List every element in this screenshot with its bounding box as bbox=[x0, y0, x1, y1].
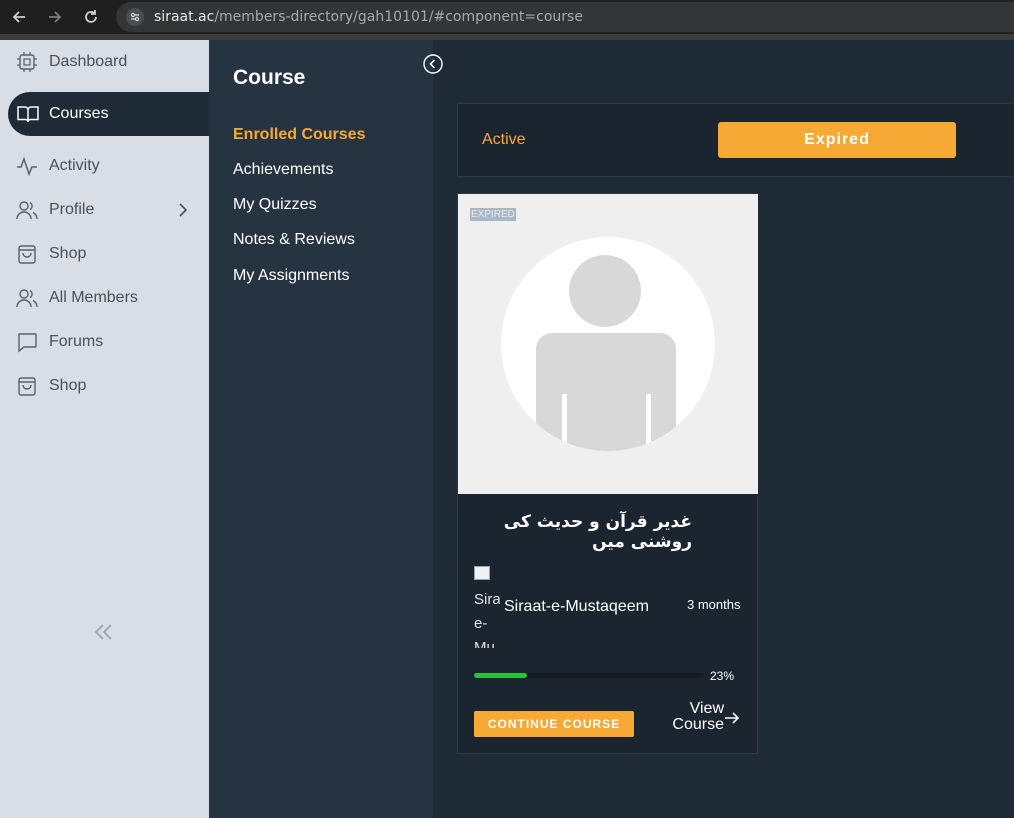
chip-icon bbox=[15, 51, 39, 73]
continue-course-button[interactable]: CONTINUE COURSE bbox=[474, 711, 634, 737]
sidebar-item-label: Activity bbox=[49, 157, 100, 174]
instructor-avatar: Siraat-e-Mu bbox=[474, 564, 500, 648]
shopping-bag-icon bbox=[15, 243, 39, 265]
course-thumbnail[interactable]: EXPIRED bbox=[458, 194, 758, 494]
progress-fill bbox=[474, 673, 527, 678]
sidebar-item-activity[interactable]: Activity bbox=[0, 144, 209, 188]
users-icon bbox=[15, 287, 39, 309]
sidebar-item-courses[interactable]: Courses bbox=[8, 92, 209, 136]
course-filter-bar: Active Expired bbox=[457, 103, 1014, 177]
sidebar-item-all-members[interactable]: All Members bbox=[0, 276, 209, 320]
url-text[interactable]: siraat.ac/members-directory/gah10101/#co… bbox=[154, 9, 583, 25]
avatar-placeholder-icon bbox=[501, 237, 715, 451]
progress-percent: 23% bbox=[710, 669, 735, 683]
chat-bubble-icon bbox=[15, 331, 39, 353]
status-badge: EXPIRED bbox=[470, 208, 516, 221]
tab-my-quizzes[interactable]: My Quizzes bbox=[233, 196, 317, 214]
main-sidebar: Dashboard Courses Activity Profile Shop … bbox=[0, 40, 209, 818]
forward-arrow-icon[interactable] bbox=[44, 6, 66, 28]
url-host: siraat.ac bbox=[154, 9, 215, 25]
course-panel: Course Enrolled Courses Achievements My … bbox=[209, 40, 433, 818]
sidebar-item-dashboard[interactable]: Dashboard bbox=[0, 40, 209, 84]
tab-notes-reviews[interactable]: Notes & Reviews bbox=[233, 231, 355, 249]
sidebar-item-label: Profile bbox=[49, 201, 95, 218]
collapse-sidebar-icon[interactable] bbox=[90, 618, 118, 646]
sidebar-item-label: All Members bbox=[49, 289, 138, 306]
sidebar-item-profile[interactable]: Profile bbox=[0, 188, 209, 232]
tab-achievements[interactable]: Achievements bbox=[233, 161, 334, 179]
chevron-right-icon[interactable] bbox=[176, 200, 190, 220]
users-icon bbox=[15, 199, 39, 221]
sidebar-item-label: Shop bbox=[49, 377, 87, 394]
page-title: Course bbox=[233, 66, 306, 89]
address-bar[interactable]: siraat.ac/members-directory/gah10101/#co… bbox=[116, 2, 1014, 32]
filter-expired-button[interactable]: Expired bbox=[718, 122, 956, 158]
view-course-link[interactable]: View Course bbox=[666, 701, 724, 733]
tab-my-assignments[interactable]: My Assignments bbox=[233, 267, 349, 285]
sidebar-item-shop[interactable]: Shop bbox=[0, 232, 209, 276]
book-open-icon bbox=[16, 103, 40, 125]
url-path: /members-directory/gah10101/#component=c… bbox=[214, 9, 583, 25]
shopping-bag-icon bbox=[15, 375, 39, 397]
sidebar-item-label: Shop bbox=[49, 245, 87, 262]
activity-icon bbox=[15, 155, 39, 177]
filter-active-tab[interactable]: Active bbox=[482, 131, 526, 149]
sidebar-item-shop-2[interactable]: Shop bbox=[0, 364, 209, 408]
sidebar-item-label: Forums bbox=[49, 333, 104, 350]
reload-icon[interactable] bbox=[80, 6, 102, 28]
sidebar-item-forums[interactable]: Forums bbox=[0, 320, 209, 364]
site-settings-icon[interactable] bbox=[126, 8, 144, 26]
instructor-name[interactable]: Siraat-e-Mustaqeem bbox=[504, 598, 649, 616]
broken-image-icon bbox=[474, 566, 490, 580]
course-title[interactable]: غدیر قرآن و حدیث کی روشنی میں bbox=[474, 512, 692, 552]
avatar-alt-text: Siraat-e-Mu bbox=[474, 591, 500, 648]
collapse-panel-icon[interactable] bbox=[422, 53, 444, 75]
progress-bar bbox=[474, 673, 704, 678]
course-card: EXPIRED غدیر قرآن و حدیث کی روشنی میں Si… bbox=[457, 193, 758, 754]
course-duration: 3 months bbox=[687, 597, 741, 612]
browser-toolbar: siraat.ac/members-directory/gah10101/#co… bbox=[0, 0, 1014, 40]
sidebar-item-label: Courses bbox=[49, 105, 109, 122]
tab-enrolled-courses[interactable]: Enrolled Courses bbox=[233, 126, 365, 144]
sidebar-item-label: Dashboard bbox=[49, 53, 128, 70]
back-arrow-icon[interactable] bbox=[8, 6, 30, 28]
arrow-right-icon[interactable] bbox=[723, 710, 741, 726]
